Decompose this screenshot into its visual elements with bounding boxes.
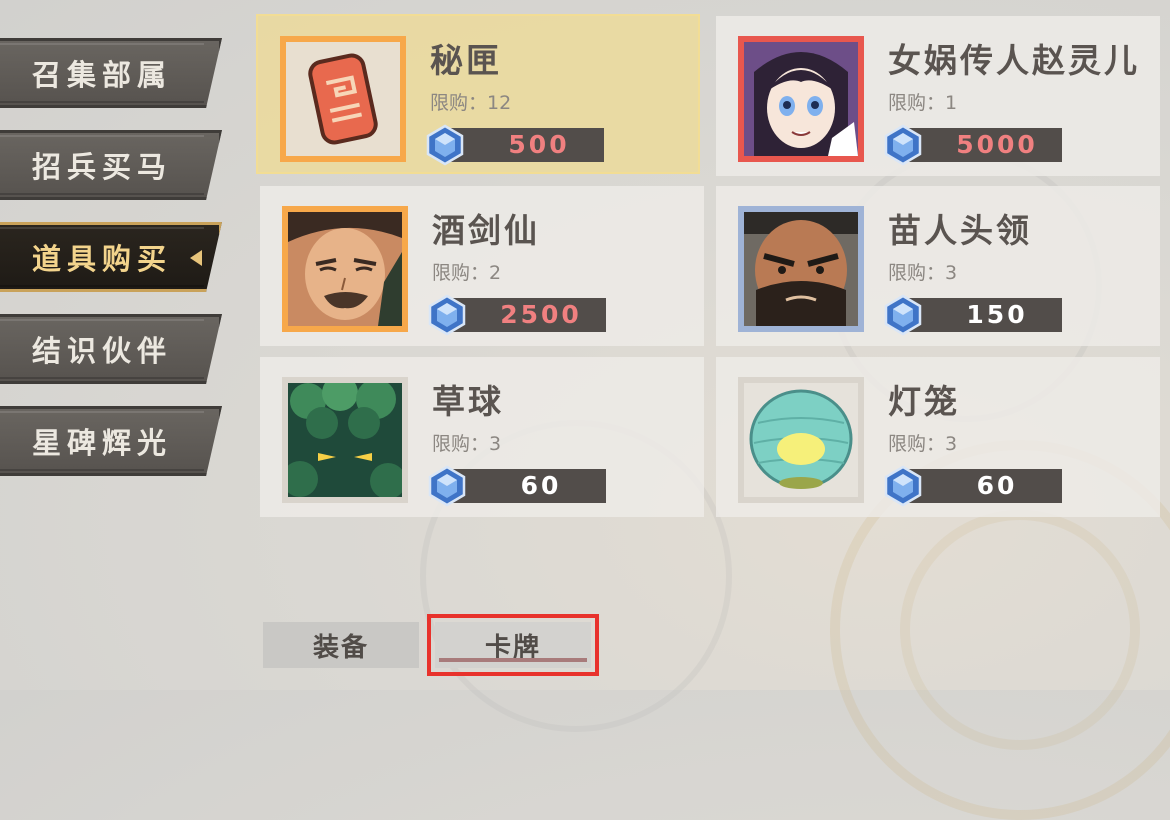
blue-gem-icon [884,124,922,166]
sidebar-item-star-stele[interactable]: 星碑辉光 [0,406,222,476]
price-bar: 60 [452,469,606,503]
zhao-linger-portrait [738,36,864,162]
purchase-limit: 限购：3 [888,262,958,284]
price-value: 60 [520,471,562,500]
shop-item-card[interactable]: 酒剑仙 限购：2 2500 [260,186,704,346]
shop-item-card[interactable]: 灯笼 限购：3 60 [716,357,1160,517]
price-value: 500 [508,130,570,159]
price-value: 5000 [956,130,1038,159]
purchase-limit: 限购：2 [432,262,502,284]
shop-item-card[interactable]: 秘匣 限购：12 500 [256,14,700,174]
item-name: 苗人头领 [888,211,1032,250]
sidebar-item-label: 招兵买马 [32,150,173,184]
sidebar-item-summon[interactable]: 召集部属 [0,38,222,108]
sidebar-item-recruit[interactable]: 招兵买马 [0,130,222,200]
shop-item-card[interactable]: 女娲传人赵灵儿 限购：1 5000 [716,16,1160,176]
price-bar: 5000 [908,128,1062,162]
item-name: 秘匣 [430,41,502,80]
item-name: 酒剑仙 [432,211,540,250]
purchase-limit: 限购：3 [432,433,502,455]
purchase-limit: 限购：1 [888,92,958,114]
price-bar: 500 [450,128,604,162]
shop-item-card[interactable]: 苗人头领 限购：3 150 [716,186,1160,346]
miao-chief-portrait [738,206,864,332]
background-swirl [900,510,1140,750]
treasure-token-icon [280,36,406,162]
tab-label: 装备 [312,632,369,663]
grass-ball-portrait [282,377,408,503]
purchase-limit: 限购：12 [430,92,512,114]
blue-gem-icon [884,465,922,507]
blue-gem-icon [426,124,464,166]
sidebar-item-label: 结识伙伴 [32,334,173,368]
purchase-limit: 限购：3 [888,433,958,455]
sidebar-item-label: 道具购买 [32,242,173,276]
price-bar: 150 [908,298,1062,332]
item-name: 灯笼 [888,382,960,421]
blue-gem-icon [884,294,922,336]
highlight-box [427,614,599,676]
price-value: 60 [976,471,1018,500]
sidebar-item-label: 星碑辉光 [32,426,173,460]
price-value: 150 [966,300,1028,329]
jiujianxian-portrait [282,206,408,332]
blue-gem-icon [428,465,466,507]
blue-gem-icon [428,294,466,336]
active-indicator-icon [190,250,202,266]
price-bar: 60 [908,469,1062,503]
sidebar-item-label: 召集部属 [32,58,173,92]
item-name: 草球 [432,382,504,421]
sidebar-item-item-shop[interactable]: 道具购买 [0,222,222,292]
lantern-portrait [738,377,864,503]
tab-equipment[interactable]: 装备 [263,622,419,668]
sidebar-item-partners[interactable]: 结识伙伴 [0,314,222,384]
price-bar: 2500 [452,298,606,332]
item-name: 女娲传人赵灵儿 [888,41,1140,80]
shop-item-card[interactable]: 草球 限购：3 60 [260,357,704,517]
price-value: 2500 [500,300,582,329]
